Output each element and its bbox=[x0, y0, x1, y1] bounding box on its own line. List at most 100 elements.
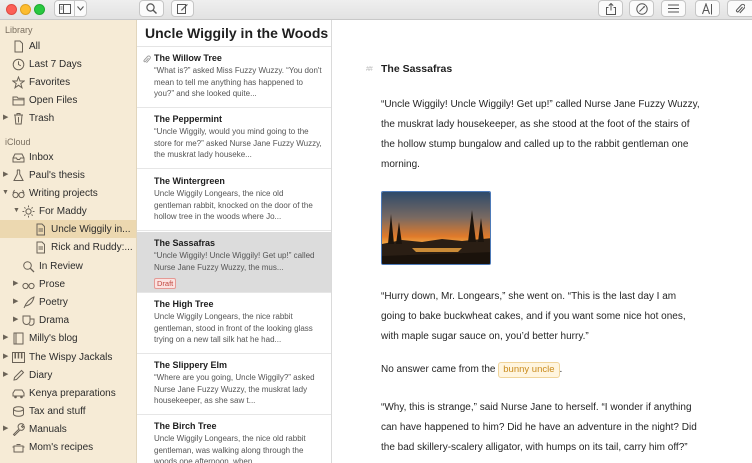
sun-icon bbox=[22, 205, 35, 218]
sidebar-item-poetry[interactable]: ▶ Poetry bbox=[0, 293, 136, 311]
attach-button[interactable] bbox=[727, 0, 752, 17]
disclosure-triangle-open-icon[interactable]: ▼ bbox=[2, 189, 10, 197]
sidebar-item-drama[interactable]: ▶ Drama bbox=[0, 311, 136, 329]
note-title: The High Tree bbox=[154, 299, 214, 309]
note-snippet: Uncle Wiggily Longears, the nice old gen… bbox=[154, 189, 313, 221]
chevron-down-icon bbox=[77, 6, 84, 11]
maximize-window-button[interactable] bbox=[34, 4, 45, 15]
inbox-icon bbox=[12, 151, 25, 164]
share-button[interactable] bbox=[598, 0, 623, 17]
sidebar-item-label: Milly's blog bbox=[29, 332, 78, 344]
disclosure-triangle-icon[interactable]: ▶ bbox=[3, 171, 11, 179]
close-window-button[interactable] bbox=[6, 4, 17, 15]
minimize-window-button[interactable] bbox=[20, 4, 31, 15]
document-heading[interactable]: The Sassafras bbox=[381, 63, 452, 75]
sidebar-item-label: Uncle Wiggily in... bbox=[51, 223, 131, 235]
heading-marker: ## bbox=[366, 66, 373, 73]
sidebar-item-rick-and-ruddy[interactable]: Rick and Ruddy:... bbox=[0, 238, 136, 256]
editor[interactable]: ## The Sassafras “Uncle Wiggily! Uncle W… bbox=[332, 20, 752, 463]
note-title: The Willow Tree bbox=[154, 53, 222, 63]
draft-badge: Draft bbox=[154, 278, 177, 289]
sidebar-item-label: Poetry bbox=[39, 296, 68, 308]
search-button[interactable] bbox=[139, 0, 164, 17]
sidebar-item-all[interactable]: All bbox=[0, 37, 136, 55]
sidebar-item-in-review[interactable]: In Review bbox=[0, 257, 136, 275]
sunset-image[interactable] bbox=[381, 191, 491, 265]
sidebar-item-diary[interactable]: ▶ Diary bbox=[0, 366, 136, 384]
outline-button[interactable] bbox=[661, 0, 686, 17]
sidebar-item-millys-blog[interactable]: ▶ Milly's blog bbox=[0, 329, 136, 347]
disclosure-triangle-icon[interactable]: ▶ bbox=[3, 334, 11, 342]
list-item-willow-tree[interactable]: The Willow Tree “What is?” asked Miss Fu… bbox=[137, 47, 331, 108]
quill-icon bbox=[22, 295, 35, 309]
clock-icon bbox=[12, 58, 25, 71]
sidebar-item-open-files[interactable]: Open Files bbox=[0, 91, 136, 109]
sidebar-item-label: Manuals bbox=[29, 423, 67, 435]
view-options-dropdown[interactable] bbox=[74, 0, 87, 17]
sidebar-toggle-button[interactable] bbox=[54, 0, 75, 17]
sidebar-item-moms-recipes[interactable]: Mom's recipes bbox=[0, 438, 136, 456]
sidebar-item-last-7-days[interactable]: Last 7 Days bbox=[0, 55, 136, 73]
disclosure-triangle-icon[interactable]: ▶ bbox=[13, 280, 21, 288]
sidebar-item-label: Favorites bbox=[29, 76, 71, 88]
document-icon bbox=[34, 241, 47, 254]
sidebar-item-label: Diary bbox=[29, 369, 53, 381]
disclosure-triangle-icon[interactable]: ▶ bbox=[13, 316, 21, 324]
glasses-icon bbox=[12, 187, 25, 200]
sidebar-item-writing-projects[interactable]: ▼ Writing projects bbox=[0, 184, 136, 202]
paragraph-text: . bbox=[559, 364, 563, 375]
sidebar-item-favorites[interactable]: Favorites bbox=[0, 73, 136, 91]
folder-icon bbox=[12, 94, 25, 107]
sidebar-item-kenya-preparations[interactable]: Kenya preparations bbox=[0, 384, 136, 402]
list-item-sassafras[interactable]: The Sassafras “Uncle Wiggily! Uncle Wigg… bbox=[137, 232, 331, 293]
sidebar-item-manuals[interactable]: ▶ Manuals bbox=[0, 420, 136, 438]
trash-icon bbox=[12, 112, 25, 125]
sidebar-item-label: In Review bbox=[39, 260, 83, 272]
note-snippet: Uncle Wiggily Longears, the nice rabbit … bbox=[154, 312, 313, 344]
list-item-wintergreen[interactable]: The Wintergreen Uncle Wiggily Longears, … bbox=[137, 170, 331, 231]
compose-icon bbox=[177, 4, 188, 14]
paperclip-icon bbox=[143, 55, 151, 63]
disclosure-triangle-open-icon[interactable]: ▼ bbox=[13, 207, 21, 215]
list-item-high-tree[interactable]: The High Tree Uncle Wiggily Longears, th… bbox=[137, 293, 331, 354]
paragraph[interactable]: “Uncle Wiggily! Uncle Wiggily! Get up!” … bbox=[381, 95, 701, 175]
new-note-button[interactable] bbox=[171, 0, 194, 17]
wrench-icon bbox=[12, 422, 25, 436]
sidebar-item-prose[interactable]: ▶ Prose bbox=[0, 275, 136, 293]
paragraph[interactable]: “Hurry down, Mr. Longears,” she went on.… bbox=[381, 287, 701, 347]
sidebar-item-label: Trash bbox=[29, 112, 55, 124]
note-title: The Wintergreen bbox=[154, 176, 225, 186]
paragraph-with-tag[interactable]: No answer came from the bunny uncle. bbox=[381, 360, 701, 380]
landscape-photo bbox=[382, 192, 490, 264]
sidebar-item-tax-and-stuff[interactable]: Tax and stuff bbox=[0, 402, 136, 420]
magnifier-icon bbox=[22, 260, 35, 273]
notebook-icon bbox=[12, 332, 25, 345]
note-snippet: “What is?” asked Miss Fuzzy Wuzzy. “You … bbox=[154, 66, 322, 98]
disclosure-triangle-icon[interactable]: ▶ bbox=[3, 114, 11, 122]
note-title: The Sassafras bbox=[154, 238, 216, 248]
sidebar-item-pauls-thesis[interactable]: ▶ Paul's thesis bbox=[0, 166, 136, 184]
info-button[interactable] bbox=[629, 0, 654, 17]
sidebar-item-trash[interactable]: ▶ Trash bbox=[0, 109, 136, 127]
list-item-peppermint[interactable]: The Peppermint “Uncle Wiggily, would you… bbox=[137, 108, 331, 169]
sidebar-item-uncle-wiggily[interactable]: Uncle Wiggily in... bbox=[0, 220, 136, 238]
flask-icon bbox=[12, 169, 25, 182]
sidebar-item-wispy-jackals[interactable]: ▶ The Wispy Jackals bbox=[0, 348, 136, 366]
star-icon bbox=[12, 75, 25, 89]
format-button[interactable] bbox=[695, 0, 720, 17]
list-item-birch-tree[interactable]: The Birch Tree Uncle Wiggily Longears, t… bbox=[137, 415, 331, 463]
note-snippet: “Uncle Wiggily, would you mind going to … bbox=[154, 127, 322, 159]
sidebar-item-inbox[interactable]: Inbox bbox=[0, 148, 136, 166]
sidebar-item-for-maddy[interactable]: ▼ For Maddy bbox=[0, 202, 136, 220]
tag-bunny-uncle[interactable]: bunny uncle bbox=[498, 362, 560, 378]
piano-icon bbox=[12, 351, 25, 364]
disclosure-triangle-icon[interactable]: ▶ bbox=[13, 298, 21, 306]
disclosure-triangle-icon[interactable]: ▶ bbox=[3, 353, 11, 361]
sidebar-item-label: For Maddy bbox=[39, 205, 87, 217]
sidebar: Library All Last 7 Days Favorites Open F… bbox=[0, 20, 137, 463]
disclosure-triangle-icon[interactable]: ▶ bbox=[3, 371, 11, 379]
sidebar-item-label: Paul's thesis bbox=[29, 169, 85, 181]
paragraph[interactable]: “Why, this is strange,” said Nurse Jane … bbox=[381, 398, 701, 458]
list-item-slippery-elm[interactable]: The Slippery Elm “Where are you going, U… bbox=[137, 354, 331, 415]
disclosure-triangle-icon[interactable]: ▶ bbox=[3, 425, 11, 433]
